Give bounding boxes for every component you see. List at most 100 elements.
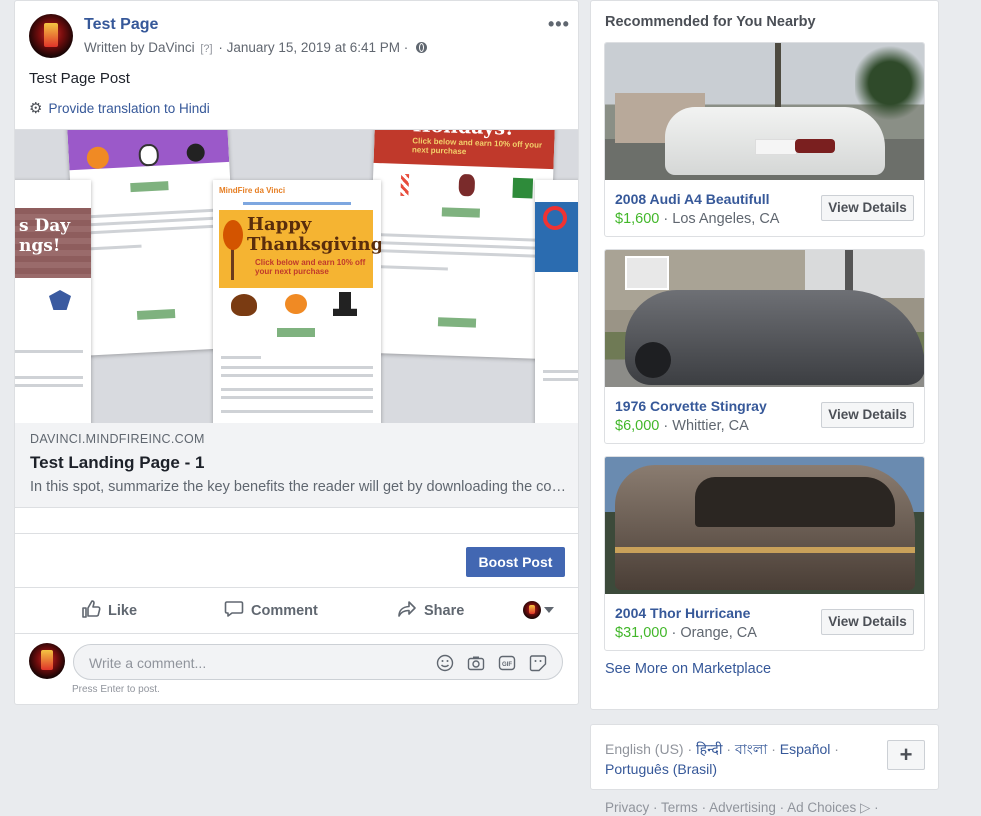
license-plate <box>755 139 797 155</box>
lang-separator: · <box>726 741 732 757</box>
language-link-hindi[interactable]: हिन्दी <box>696 741 722 757</box>
gear-icon: ⚙ <box>29 100 43 117</box>
post-timestamp[interactable]: January 15, 2019 at 6:41 PM <box>227 40 400 55</box>
page-name-link[interactable]: Test Page <box>84 16 158 34</box>
palm-fronds <box>855 43 924 123</box>
thumbs-up-icon <box>82 600 101 618</box>
page-avatar[interactable] <box>29 14 73 58</box>
language-list: English (US) · हिन्दी · বাংলা · Español … <box>605 739 865 779</box>
emoji-icon[interactable] <box>436 654 454 672</box>
footer-separator: · <box>653 800 658 815</box>
listing-photo[interactable] <box>605 250 924 387</box>
camera-icon[interactable] <box>467 654 485 672</box>
listing-photo[interactable] <box>605 43 924 180</box>
view-details-button[interactable]: View Details <box>821 195 914 221</box>
ad-choices-icon: ▷ <box>859 800 871 815</box>
footer-link-ad-choices[interactable]: Ad Choices <box>787 800 856 815</box>
translate-row[interactable]: ⚙ Provide translation to Hindi <box>29 99 210 117</box>
language-link-portuguese[interactable]: Português (Brasil) <box>605 761 717 777</box>
tail-light <box>795 139 835 153</box>
email-button <box>130 181 169 193</box>
share-label: Share <box>424 603 465 619</box>
divider <box>15 587 578 588</box>
listing-location: Whittier, CA <box>672 418 749 434</box>
footer-link-terms[interactable]: Terms <box>661 800 698 815</box>
wheel-shape <box>635 342 671 378</box>
view-details-button[interactable]: View Details <box>821 402 914 428</box>
footer-link-privacy[interactable]: Privacy <box>605 800 649 815</box>
listing-location: Los Angeles, CA <box>672 211 780 227</box>
globe-icon[interactable] <box>416 42 428 53</box>
post-card: Test Page Written by DaVinci [?] · Janua… <box>14 0 579 705</box>
language-card: English (US) · हिन्दी · বাংলা · Español … <box>590 724 939 790</box>
commenter-avatar[interactable] <box>29 643 65 679</box>
preview-title[interactable]: Test Landing Page - 1 <box>30 453 204 473</box>
listing-location: Orange, CA <box>680 625 757 641</box>
email-button <box>441 207 481 218</box>
language-link-bengali[interactable]: বাংলা <box>735 741 767 757</box>
listing-card[interactable]: 1976 Corvette Stingray $6,000 · Whittier… <box>604 249 925 444</box>
comment-input[interactable] <box>87 652 421 674</box>
chevron-down-icon[interactable] <box>544 607 554 613</box>
listing-card[interactable]: 2008 Audi A4 Beautifull $1,600 · Los Ang… <box>604 42 925 237</box>
reactor-avatar[interactable] <box>523 601 541 619</box>
more-options-icon[interactable]: ••• <box>548 14 570 35</box>
banner-promo: Click below and earn 10% off your next p… <box>411 136 543 157</box>
listing-title[interactable]: 2004 Thor Hurricane <box>615 605 750 621</box>
written-by-label: Written by <box>84 40 145 55</box>
sticker-icon[interactable] <box>529 654 547 672</box>
comment-label: Comment <box>251 603 318 619</box>
author-hint[interactable]: [?] <box>200 43 212 55</box>
window-shape <box>625 256 669 290</box>
tree-icon <box>223 220 243 280</box>
divider <box>15 533 578 534</box>
banner-text-days: s Day <box>19 216 71 236</box>
thanksgiving-promo: Click below and earn 10% off your next p… <box>255 258 366 276</box>
listing-photo[interactable] <box>605 457 924 594</box>
gift-icon <box>512 177 534 199</box>
rv-stripe <box>615 547 915 553</box>
gif-icon[interactable]: GIF <box>498 654 516 672</box>
language-link-spanish[interactable]: Español <box>780 741 831 757</box>
pilgrim-hat-icon <box>333 292 357 316</box>
listing-title[interactable]: 1976 Corvette Stingray <box>615 398 767 414</box>
footer-separator: · <box>874 800 879 815</box>
eagle-icon <box>49 290 71 310</box>
svg-text:GIF: GIF <box>502 662 512 668</box>
email-mockup: s Day ngs! <box>15 180 91 424</box>
skull-icon <box>138 143 160 167</box>
boost-post-button[interactable]: Boost Post <box>466 547 565 577</box>
price-separator: · <box>663 211 669 227</box>
like-label: Like <box>108 603 138 619</box>
pumpkin-icon <box>285 294 307 314</box>
email-button <box>437 317 477 328</box>
listing-card[interactable]: 2004 Thor Hurricane $31,000 · Orange, CA… <box>604 456 925 651</box>
press-enter-hint: Press Enter to post. <box>72 684 160 695</box>
footer-link-advertising[interactable]: Advertising <box>709 800 776 815</box>
price-separator: · <box>671 625 677 641</box>
lang-separator: · <box>687 741 693 757</box>
link-preview-image[interactable]: s Day ngs! Holidays! Click below and ear… <box>15 129 578 424</box>
listing-title[interactable]: 2008 Audi A4 Beautifull <box>615 191 770 207</box>
link-preview-details[interactable]: DAVINCI.MINDFIREINC.COM Test Landing Pag… <box>15 423 578 508</box>
footer-links: Privacy · Terms · Advertising · Ad Choic… <box>605 800 879 816</box>
share-button[interactable]: Share <box>397 599 464 619</box>
see-more-marketplace-link[interactable]: See More on Marketplace <box>605 661 771 677</box>
lang-separator: · <box>771 741 776 757</box>
translate-link[interactable]: Provide translation to Hindi <box>48 101 209 116</box>
ornament-icon <box>458 173 476 197</box>
view-details-button[interactable]: View Details <box>821 609 914 635</box>
footer-separator: · <box>779 800 785 815</box>
email-banner: Holidays! Click below and earn 10% off y… <box>373 130 556 170</box>
comment-button[interactable]: Comment <box>224 599 318 619</box>
listing-price: $31,000 <box>615 625 668 641</box>
email-banner: s Day ngs! <box>15 208 91 278</box>
comment-box[interactable]: GIF <box>73 644 563 680</box>
like-button[interactable]: Like <box>81 599 137 619</box>
author-link[interactable]: DaVinci <box>148 40 194 55</box>
thanksgiving-banner: Happy Thanksgiving! Click below and earn… <box>219 210 381 288</box>
comment-bubble-icon <box>224 601 244 617</box>
price-separator: · <box>663 418 669 434</box>
email-mockup: MindFire da Vinci Happy Thanksgiving! Cl… <box>213 180 381 424</box>
add-language-button[interactable]: + <box>887 740 925 770</box>
